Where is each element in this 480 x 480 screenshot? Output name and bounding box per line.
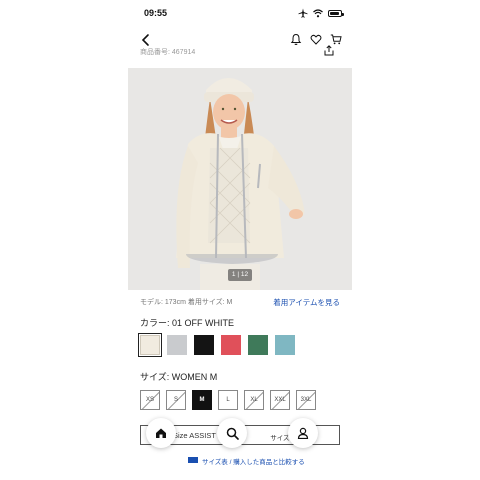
size-option-label: XS — [145, 397, 154, 403]
heart-icon[interactable] — [310, 33, 322, 46]
share-icon[interactable] — [324, 45, 334, 56]
account-icon — [297, 427, 309, 439]
product-image[interactable]: 1 | 12 — [128, 68, 352, 290]
size-option-m[interactable]: M — [192, 390, 212, 410]
ruler-icon — [188, 457, 198, 463]
home-button[interactable] — [146, 418, 176, 448]
floating-nav — [138, 418, 334, 448]
color-swatch-0[interactable] — [138, 333, 162, 357]
size-option-label: 3XL — [300, 397, 312, 403]
size-options: XS S M L XL XXL 3XL — [140, 390, 316, 410]
size-chart-link[interactable]: サイズ表 / 購入した商品と比較する — [202, 456, 305, 466]
wifi-icon — [313, 8, 323, 17]
size-option-l[interactable]: L — [218, 390, 238, 410]
color-swatch-1[interactable] — [167, 335, 187, 355]
home-icon — [156, 428, 166, 438]
size-label: サイズ: WOMEN M — [140, 372, 218, 382]
color-swatch-3[interactable] — [221, 335, 241, 355]
size-option-xxl[interactable]: XXL — [270, 390, 290, 410]
bell-icon[interactable] — [290, 33, 302, 46]
size-option-label: XXL — [274, 397, 286, 403]
search-icon — [226, 427, 239, 440]
worn-items-link[interactable]: 着用アイテムを見る — [273, 297, 340, 308]
size-assist-label: Size ASSIST — [173, 431, 216, 440]
color-swatch-2[interactable] — [194, 335, 214, 355]
size-option-xs[interactable]: XS — [140, 390, 160, 410]
account-button[interactable] — [288, 418, 318, 448]
header-icons — [290, 33, 342, 46]
color-swatches — [138, 333, 295, 357]
nav-header: 商品番号: 467914 — [128, 28, 352, 58]
size-option-3xl[interactable]: 3XL — [296, 390, 316, 410]
model-photo — [128, 68, 352, 290]
size-option-label: M — [199, 397, 205, 403]
color-swatch-4[interactable] — [248, 335, 268, 355]
size-option-label: L — [226, 397, 230, 403]
size-option-xl[interactable]: XL — [244, 390, 264, 410]
color-label: カラー: 01 OFF WHITE — [140, 318, 235, 328]
status-bar: 09:55 — [128, 0, 352, 26]
status-icons — [298, 8, 344, 18]
airplane-icon — [298, 8, 308, 18]
size-option-label: S — [173, 397, 178, 403]
chevron-left-icon[interactable] — [140, 33, 152, 47]
product-number: 商品番号: 467914 — [140, 49, 196, 56]
size-option-label: XL — [250, 397, 258, 403]
status-time: 09:55 — [144, 8, 168, 18]
search-button[interactable] — [217, 418, 247, 448]
battery-icon — [328, 9, 344, 17]
model-info: モデル: 173cm 着用サイズ: M — [140, 299, 233, 306]
size-option-s[interactable]: S — [166, 390, 186, 410]
image-counter: 1 | 12 — [228, 269, 252, 281]
phone-screen: 09:55 商品番号: 467914 1 | 12 モデル: 173cm 着用サ… — [128, 0, 352, 480]
color-swatch-5[interactable] — [275, 335, 295, 355]
